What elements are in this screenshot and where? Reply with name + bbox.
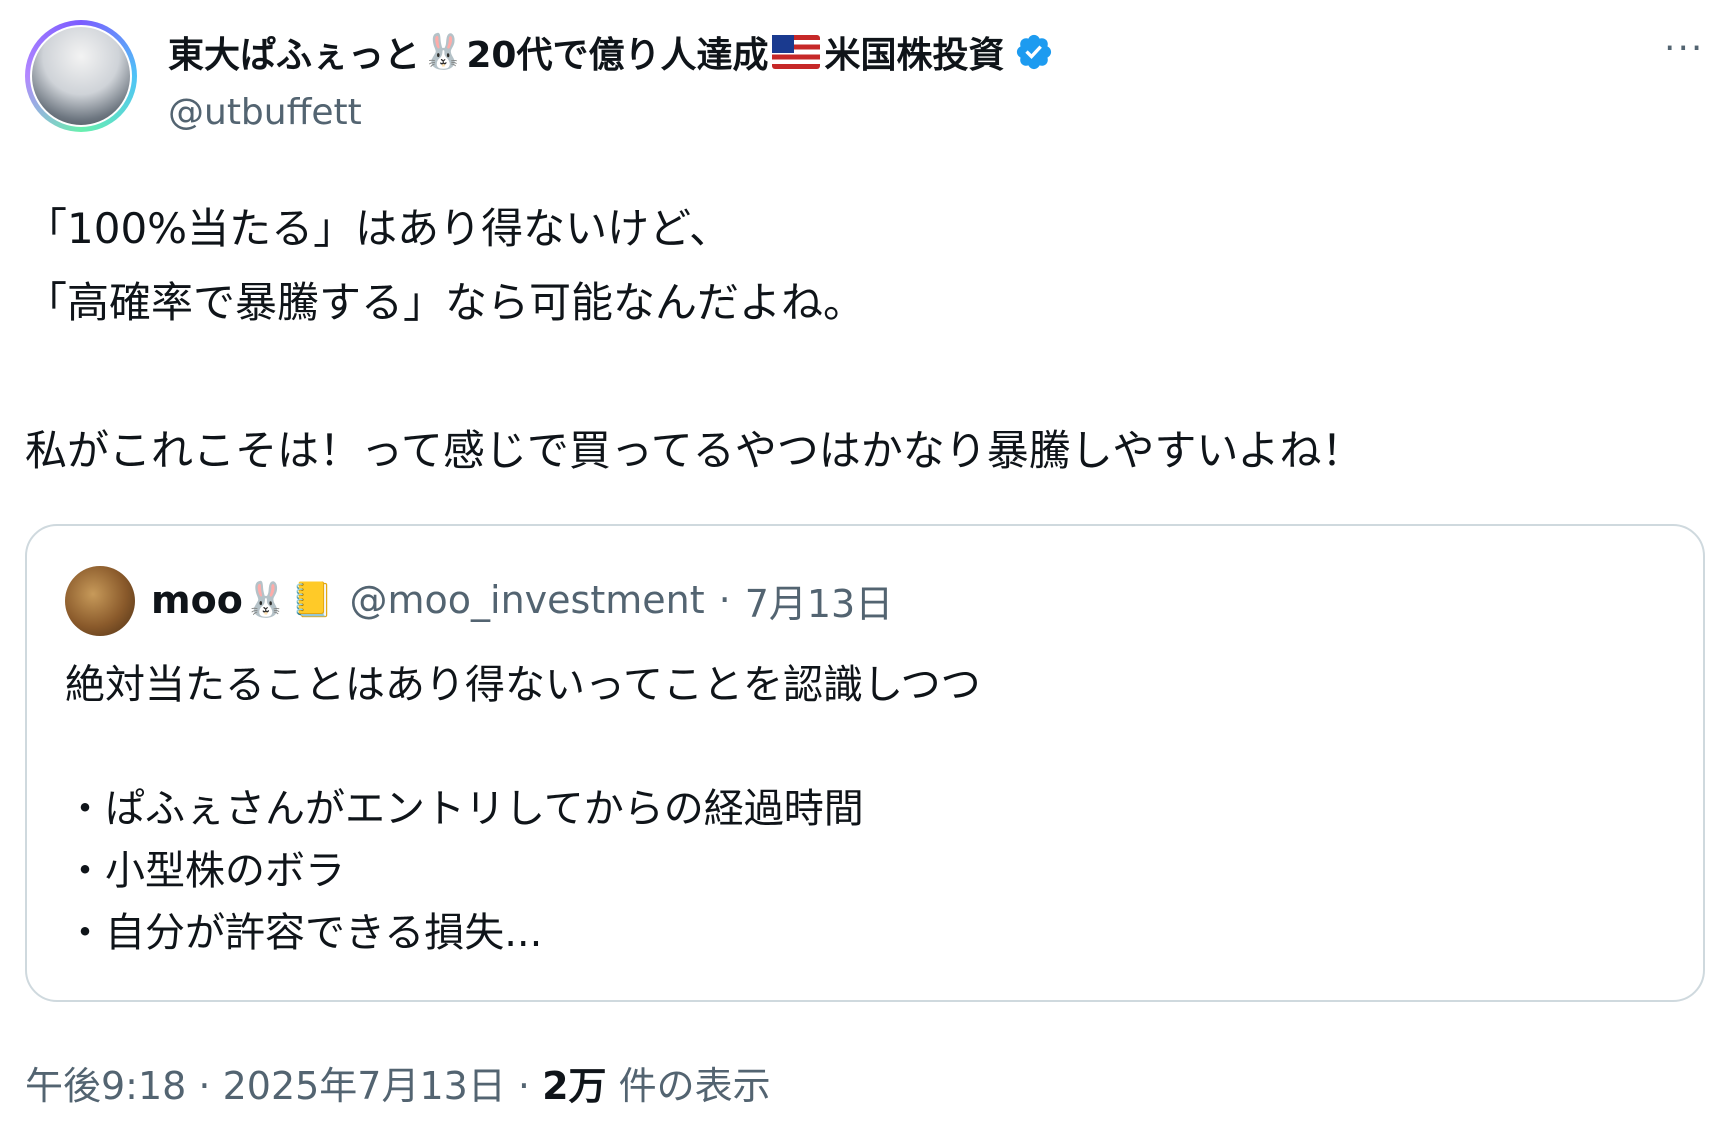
author-name[interactable]: 東大ぱふぇっと 🐰 20代で億り人達成 米国株投資 [168, 26, 1054, 78]
quote-separator: · [718, 578, 731, 622]
quote-text: 絶対当たることはあり得ないってことを認識しつつ ・ぱふぇさんがエントリしてからの… [65, 662, 981, 956]
post-footer: 午後9:18 · 2025年7月13日 · 2万 件の表示 [25, 1055, 771, 1110]
author-name-part1: 東大ぱふぇっと [168, 35, 421, 76]
author-handle[interactable]: @utbuffett [168, 92, 362, 133]
post-time[interactable]: 午後9:18 [25, 1064, 186, 1108]
us-flag-icon [772, 35, 821, 69]
quoted-post[interactable]: moo 🐰 📒 @moo_investment · 7月13日 絶対当たることは… [25, 524, 1705, 1002]
views-label: 件の表示 [606, 1064, 771, 1108]
footer-separator: · [186, 1064, 223, 1108]
more-options-icon[interactable]: ··· [1664, 28, 1704, 69]
author-name-part3: 米国株投資 [824, 35, 1005, 76]
notebook-emoji-icon: 📒 [291, 580, 334, 620]
quote-author-name[interactable]: moo [151, 578, 243, 622]
author-avatar-image [30, 25, 132, 127]
post-text: 「100%当たる」はあり得ないけど、 「高確率で暴騰する」なら可能なんだよね。 … [25, 204, 1364, 475]
quote-author-avatar[interactable] [65, 566, 135, 636]
views-count[interactable]: 2万 [542, 1064, 606, 1108]
post-date[interactable]: 2025年7月13日 [223, 1064, 506, 1108]
quote-author-handle[interactable]: @moo_investment [350, 578, 705, 622]
rabbit-emoji-icon: 🐰 [422, 32, 465, 72]
footer-separator: · [505, 1064, 543, 1108]
quote-date[interactable]: 7月13日 [745, 573, 894, 628]
author-avatar[interactable] [25, 20, 137, 132]
author-name-part2: 20代で億り人達成 [466, 35, 769, 76]
verified-badge-icon [1017, 34, 1052, 70]
quote-header: moo 🐰 📒 @moo_investment · 7月13日 [151, 570, 893, 630]
rabbit-emoji-icon: 🐰 [244, 580, 288, 620]
